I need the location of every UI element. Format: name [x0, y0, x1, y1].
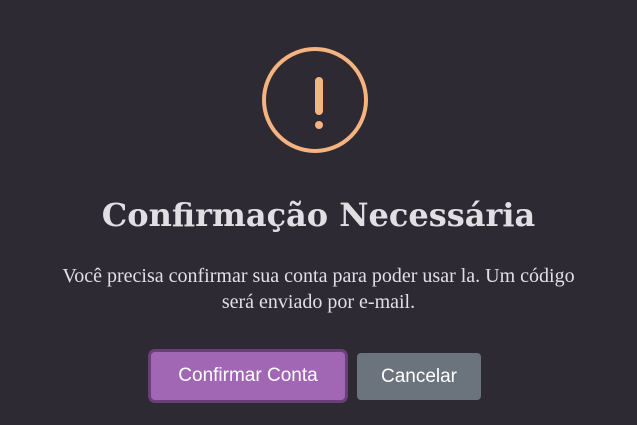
- dialog-title: Confirmação Necessária: [101, 196, 536, 234]
- dialog-message: Você precisa confirmar sua conta para po…: [62, 265, 575, 313]
- confirmation-dialog: Confirmação Necessária Você precisa conf…: [0, 0, 637, 425]
- exclamation-warning-icon: [262, 47, 368, 153]
- cancel-button[interactable]: Cancelar: [357, 353, 481, 400]
- exclamation-dot: [315, 121, 323, 129]
- confirm-account-button[interactable]: Confirmar Conta: [151, 352, 345, 400]
- exclamation-bar: [315, 77, 323, 115]
